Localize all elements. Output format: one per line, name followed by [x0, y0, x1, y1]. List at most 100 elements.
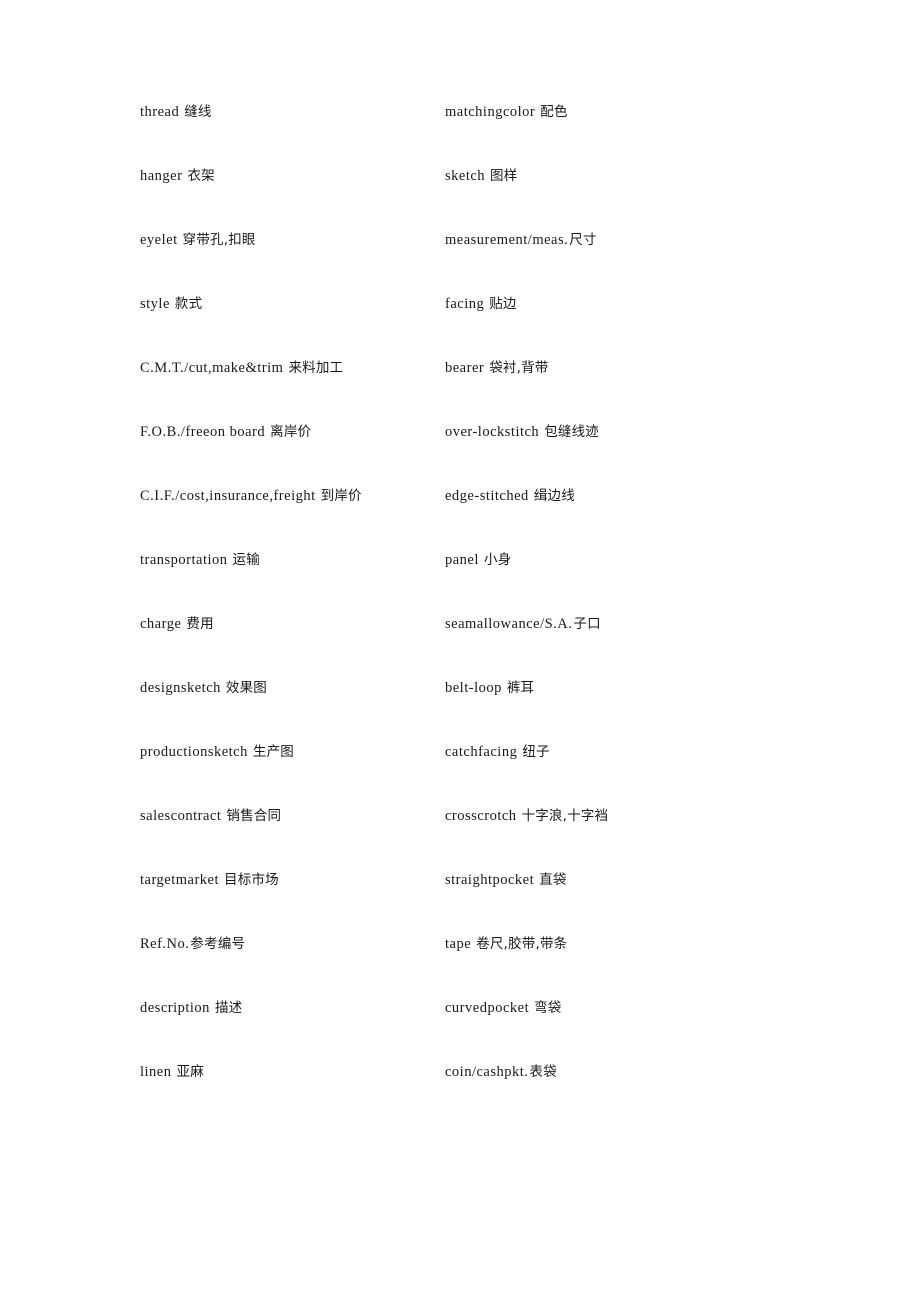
glossary-entry-right: coin/cashpkt.表袋 [445, 1064, 780, 1081]
glossary-entry-left: Ref.No.参考编号 [140, 936, 445, 953]
english-term: C.I.F./cost,insurance,freight [140, 488, 316, 504]
glossary-row: hanger 衣架 sketch 图样 [140, 168, 780, 232]
chinese-gloss: 配色 [540, 104, 568, 120]
english-term: transportation [140, 552, 228, 568]
glossary-entry-right: crosscrotch 十字浪,十字裆 [445, 808, 780, 825]
document-page: thread 缝线 matchingcolor 配色 hanger 衣架 sketch 图样 e… [0, 0, 920, 1302]
english-term: F.O.B./freeon board [140, 424, 266, 440]
chinese-gloss: 费用 [186, 616, 214, 632]
glossary-entry-left: style 款式 [140, 296, 445, 313]
glossary-entry-left: charge 费用 [140, 616, 445, 633]
chinese-gloss: 纽子 [522, 744, 550, 760]
chinese-gloss: 尺寸 [569, 232, 597, 248]
english-term: C.M.T./cut,make&trim [140, 360, 284, 376]
chinese-gloss: 销售合同 [226, 808, 282, 824]
chinese-gloss: 子口 [573, 616, 601, 632]
chinese-gloss: 亚麻 [176, 1064, 204, 1080]
english-term: style [140, 296, 170, 312]
glossary-row: C.M.T./cut,make&trim 来料加工 bearer 袋衬,背带 [140, 360, 780, 424]
chinese-gloss: 直袋 [539, 872, 567, 888]
glossary-entry-right: edge-stitched 缉边线 [445, 488, 780, 505]
chinese-gloss: 裤耳 [506, 680, 535, 696]
glossary-row: productionsketch 生产图 catchfacing 纽子 [140, 744, 780, 808]
chinese-gloss: 缝线 [184, 104, 212, 120]
glossary-row: style 款式 facing 贴边 [140, 296, 780, 360]
glossary-entry-right: sketch 图样 [445, 168, 780, 185]
english-term: measurement/meas. [445, 232, 569, 248]
chinese-gloss: 袋衬,背带 [489, 360, 549, 376]
glossary-entry-right: curvedpocket 弯袋 [445, 1000, 780, 1017]
english-term: tape [445, 936, 472, 952]
glossary-entry-right: belt-loop 裤耳 [445, 680, 780, 697]
glossary-row: designsketch 效果图 belt-loop 裤耳 [140, 680, 780, 744]
chinese-gloss: 生产图 [252, 744, 294, 760]
chinese-gloss: 目标市场 [224, 872, 279, 888]
chinese-gloss: 弯袋 [534, 1000, 562, 1016]
chinese-gloss: 到岸价 [320, 488, 362, 504]
chinese-gloss: 表袋 [529, 1064, 557, 1080]
glossary-entry-left: description 描述 [140, 1000, 445, 1017]
english-term: productionsketch [140, 744, 248, 760]
glossary-table: thread 缝线 matchingcolor 配色 hanger 衣架 sketch 图样 e… [140, 104, 780, 1128]
glossary-entry-right: matchingcolor 配色 [445, 104, 780, 121]
glossary-entry-left: transportation 运输 [140, 552, 445, 569]
english-term: seamallowance/S.A. [445, 616, 573, 632]
glossary-entry-left: eyelet 穿带孔,扣眼 [140, 232, 445, 249]
glossary-entry-right: straightpocket 直袋 [445, 872, 780, 889]
glossary-entry-right: bearer 袋衬,背带 [445, 360, 780, 377]
chinese-gloss: 图样 [490, 168, 518, 184]
glossary-row: C.I.F./cost,insurance,freight 到岸价 edge-sti… [140, 488, 780, 552]
english-term: belt-loop [445, 680, 502, 696]
glossary-entry-left: F.O.B./freeon board 离岸价 [140, 424, 445, 441]
glossary-entry-left: C.M.T./cut,make&trim 来料加工 [140, 360, 445, 377]
english-term: crosscrotch [445, 808, 517, 824]
glossary-entry-right: measurement/meas.尺寸 [445, 232, 780, 249]
english-term: charge [140, 616, 182, 632]
chinese-gloss: 穿带孔,扣眼 [182, 232, 256, 248]
english-term: sketch [445, 168, 486, 184]
english-term: coin/cashpkt. [445, 1064, 529, 1080]
chinese-gloss: 包缝线迹 [544, 424, 599, 440]
glossary-entry-left: salescontract 销售合同 [140, 808, 445, 825]
english-term: panel [445, 552, 479, 568]
glossary-row: description 描述 curvedpocket 弯袋 [140, 1000, 780, 1064]
glossary-row: linen 亚麻 coin/cashpkt.表袋 [140, 1064, 780, 1128]
glossary-entry-right: tape 卷尺,胶带,带条 [445, 936, 780, 953]
glossary-entry-right: facing 贴边 [445, 296, 780, 313]
glossary-row: thread 缝线 matchingcolor 配色 [140, 104, 780, 168]
english-term: designsketch [140, 680, 221, 696]
english-term: salescontract [140, 808, 222, 824]
glossary-entry-right: over-lockstitch 包缝线迹 [445, 424, 780, 441]
chinese-gloss: 贴边 [489, 296, 517, 312]
glossary-row: F.O.B./freeon board 离岸价 over-lockstitch 包缝线… [140, 424, 780, 488]
glossary-entry-left: linen 亚麻 [140, 1064, 445, 1081]
english-term: targetmarket [140, 872, 220, 888]
english-term: facing [445, 296, 485, 312]
english-term: catchfacing [445, 744, 518, 760]
glossary-entry-left: targetmarket 目标市场 [140, 872, 445, 889]
chinese-gloss: 参考编号 [190, 936, 246, 952]
glossary-entry-left: productionsketch 生产图 [140, 744, 445, 761]
glossary-row: targetmarket 目标市场 straightpocket 直袋 [140, 872, 780, 936]
english-term: eyelet [140, 232, 178, 248]
english-term: edge-stitched [445, 488, 529, 504]
english-term: bearer [445, 360, 485, 376]
glossary-entry-right: catchfacing 纽子 [445, 744, 780, 761]
english-term: description [140, 1000, 210, 1016]
chinese-gloss: 衣架 [187, 168, 215, 184]
chinese-gloss: 款式 [174, 296, 203, 312]
english-term: curvedpocket [445, 1000, 530, 1016]
glossary-entry-left: designsketch 效果图 [140, 680, 445, 697]
chinese-gloss: 运输 [232, 552, 260, 568]
chinese-gloss: 十字浪,十字裆 [521, 808, 609, 824]
english-term: matchingcolor [445, 104, 536, 120]
glossary-entry-left: thread 缝线 [140, 104, 445, 121]
english-term: thread [140, 104, 180, 120]
chinese-gloss: 缉边线 [533, 488, 575, 504]
chinese-gloss: 卷尺,胶带,带条 [476, 936, 568, 952]
english-term: Ref.No. [140, 936, 190, 952]
english-term: over-lockstitch [445, 424, 540, 440]
glossary-entry-right: panel 小身 [445, 552, 780, 569]
english-term: linen [140, 1064, 172, 1080]
glossary-row: eyelet 穿带孔,扣眼 measurement/meas.尺寸 [140, 232, 780, 296]
